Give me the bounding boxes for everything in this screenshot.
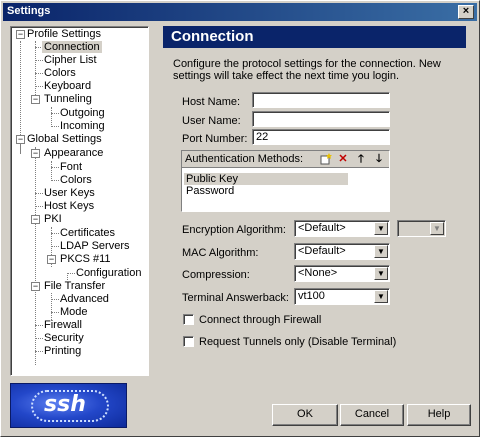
expander-icon[interactable]: −: [31, 149, 40, 158]
tree-item-file-transfer[interactable]: File Transfer: [44, 280, 105, 293]
close-icon: ×: [462, 5, 470, 17]
checkbox-box[interactable]: [183, 314, 194, 325]
mac-algorithm-select[interactable]: <Default> ▼: [294, 243, 390, 260]
tree-item-firewall[interactable]: Firewall: [44, 319, 82, 332]
host-name-label: Host Name:: [182, 96, 241, 108]
expander-icon[interactable]: −: [16, 30, 25, 39]
tree-item-certificates[interactable]: Certificates: [60, 227, 115, 240]
arrow-down-icon[interactable]: 🡓: [372, 153, 386, 166]
tree-item-configuration[interactable]: Configuration: [76, 267, 141, 280]
tree-item-outgoing[interactable]: Outgoing: [60, 107, 105, 120]
encryption-algorithm-label: Encryption Algorithm:: [182, 224, 286, 236]
tree-item-pkcs11[interactable]: PKCS #11: [60, 253, 111, 266]
arrow-up-icon[interactable]: 🡑: [354, 153, 368, 166]
chevron-down-icon: ▼: [374, 222, 388, 235]
panel-description: Configure the protocol settings for the …: [173, 58, 441, 82]
tree-item-incoming[interactable]: Incoming: [60, 120, 105, 133]
tree-item-ldap-servers[interactable]: LDAP Servers: [60, 240, 130, 253]
tree-item-appearance[interactable]: Appearance: [44, 147, 103, 160]
delete-icon[interactable]: ✕: [336, 153, 350, 166]
chevron-down-icon: ▼: [374, 290, 388, 303]
tree-item-colors[interactable]: Colors: [44, 67, 76, 80]
host-name-input[interactable]: [252, 92, 390, 108]
chevron-down-icon: ▼: [374, 245, 388, 258]
connect-through-firewall-label: Connect through Firewall: [199, 314, 322, 326]
tree-item-mode[interactable]: Mode: [60, 306, 88, 319]
title-bar: Settings ×: [3, 3, 477, 21]
close-button[interactable]: ×: [458, 5, 474, 19]
user-name-label: User Name:: [182, 115, 241, 127]
tree-item-tunneling[interactable]: Tunneling: [44, 93, 92, 106]
tree-item-user-keys[interactable]: User Keys: [44, 187, 95, 200]
window-title: Settings: [7, 5, 51, 17]
chevron-down-icon: ▼: [374, 267, 388, 280]
tree-item-profile-settings[interactable]: Profile Settings: [27, 28, 101, 41]
ok-button[interactable]: OK: [272, 404, 338, 426]
tree-item-host-keys[interactable]: Host Keys: [44, 200, 94, 213]
expander-icon[interactable]: −: [31, 215, 40, 224]
encryption-secondary-select: ▼: [397, 220, 446, 237]
port-number-label: Port Number:: [182, 133, 248, 145]
settings-window: Settings × − Profile Settings Connection…: [0, 0, 480, 437]
compression-select[interactable]: <None> ▼: [294, 265, 390, 282]
tree-item-colors[interactable]: Colors: [60, 174, 92, 187]
checkbox-box[interactable]: [183, 336, 194, 347]
tree-item-cipher-list[interactable]: Cipher List: [44, 54, 97, 67]
user-name-input[interactable]: [252, 111, 390, 127]
authentication-methods-header: Authentication Methods: ✕ 🡑 🡓: [182, 151, 389, 168]
auth-method-item[interactable]: Public Key: [184, 173, 348, 185]
expander-icon[interactable]: −: [47, 255, 56, 264]
chevron-down-icon: ▼: [430, 222, 444, 235]
tree-item-advanced[interactable]: Advanced: [60, 293, 109, 306]
expander-icon[interactable]: −: [31, 282, 40, 291]
ssh-logo: ssh: [10, 383, 127, 428]
terminal-answerback-select[interactable]: vt100 ▼: [294, 288, 390, 305]
mac-algorithm-label: MAC Algorithm:: [182, 247, 259, 259]
compression-label: Compression:: [182, 269, 250, 281]
tree-item-font[interactable]: Font: [60, 161, 82, 174]
cancel-button[interactable]: Cancel: [340, 404, 404, 426]
logo-text: ssh: [44, 392, 86, 417]
tree-item-keyboard[interactable]: Keyboard: [44, 80, 91, 93]
expander-icon[interactable]: −: [31, 95, 40, 104]
encryption-algorithm-select[interactable]: <Default> ▼: [294, 220, 390, 237]
auth-method-item[interactable]: Password: [184, 185, 348, 197]
new-item-icon[interactable]: [319, 153, 333, 166]
terminal-answerback-label: Terminal Answerback:: [182, 292, 289, 304]
authentication-methods-list: Authentication Methods: ✕ 🡑 🡓 Public Key…: [181, 150, 390, 212]
tree-item-pki[interactable]: PKI: [44, 213, 62, 226]
port-number-input[interactable]: [252, 129, 390, 145]
tree-item-global-settings[interactable]: Global Settings: [27, 133, 102, 146]
request-tunnels-only-label: Request Tunnels only (Disable Terminal): [199, 336, 397, 348]
tree-item-connection[interactable]: Connection: [42, 41, 102, 54]
panel-title: Connection: [163, 26, 466, 48]
authentication-methods-label: Authentication Methods:: [185, 153, 304, 165]
tree-item-security[interactable]: Security: [44, 332, 84, 345]
expander-icon[interactable]: −: [16, 135, 25, 144]
settings-tree[interactable]: − Profile Settings Connection Cipher Lis…: [10, 26, 149, 376]
tree-item-printing[interactable]: Printing: [44, 345, 81, 358]
help-button[interactable]: Help: [407, 404, 471, 426]
